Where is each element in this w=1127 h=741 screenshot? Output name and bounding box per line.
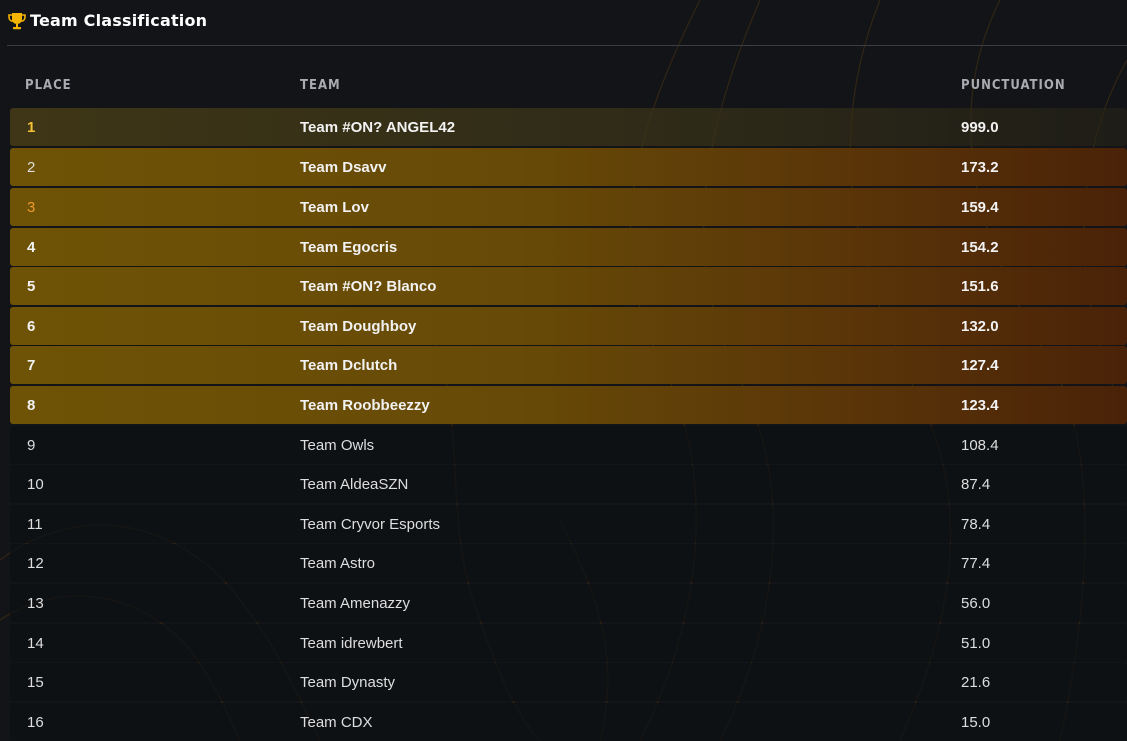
row-place: 13 <box>27 595 44 612</box>
column-header-place[interactable]: PLACE <box>25 78 72 93</box>
table-row[interactable]: 2 Team Dsavv 173.2 <box>10 148 1127 186</box>
row-place: 1 <box>27 119 36 136</box>
page-title: Team Classification <box>30 11 208 30</box>
table-row[interactable]: 15 Team Dynasty 21.6 <box>10 663 1127 701</box>
row-points: 999.0 <box>961 119 999 136</box>
table-row[interactable]: 10 Team AldeaSZN 87.4 <box>10 465 1127 503</box>
row-points: 15.0 <box>961 714 991 731</box>
team-classification-page: Team Classification PLACE TEAM PUNCTUATI… <box>0 0 1127 741</box>
row-team: Team Amenazzy <box>300 595 411 612</box>
table-row[interactable]: 12 Team Astro 77.4 <box>10 544 1127 582</box>
table-row[interactable]: 1 Team #ON? ANGEL42 999.0 <box>10 108 1127 146</box>
row-points: 123.4 <box>961 397 999 414</box>
row-points: 21.6 <box>961 674 991 691</box>
row-points: 132.0 <box>961 318 999 335</box>
row-points: 154.2 <box>961 239 999 256</box>
row-points: 78.4 <box>961 516 991 533</box>
column-header-punctuation[interactable]: PUNCTUATION <box>961 78 1066 93</box>
trophy-icon <box>8 13 26 30</box>
row-points: 173.2 <box>961 159 999 176</box>
row-team: Team Owls <box>300 437 375 454</box>
row-points: 151.6 <box>961 278 999 295</box>
row-place: 11 <box>27 516 43 533</box>
row-place: 2 <box>27 159 36 176</box>
row-points: 77.4 <box>961 555 991 572</box>
row-place: 4 <box>27 239 36 256</box>
row-team: Team Dsavv <box>300 159 387 176</box>
row-points: 127.4 <box>961 357 999 374</box>
column-header-team[interactable]: TEAM <box>300 78 341 93</box>
table-row[interactable]: 9 Team Owls 108.4 <box>10 426 1127 464</box>
row-team: Team AldeaSZN <box>300 476 409 493</box>
row-team: Team Astro <box>300 555 376 572</box>
row-points: 56.0 <box>961 595 991 612</box>
row-place: 7 <box>27 357 36 374</box>
row-team: Team #ON? ANGEL42 <box>300 119 456 136</box>
table-row[interactable]: 7 Team Dclutch 127.4 <box>10 346 1127 384</box>
table-row[interactable]: 8 Team Roobbeezzy 123.4 <box>10 386 1127 424</box>
row-team: Team Roobbeezzy <box>300 397 430 414</box>
page-header: Team Classification <box>0 0 1127 46</box>
row-points: 87.4 <box>961 476 991 493</box>
table-row[interactable]: 11 Team Cryvor Esports 78.4 <box>10 505 1127 543</box>
table-row[interactable]: 3 Team Lov 159.4 <box>10 188 1127 226</box>
row-team: Team Egocris <box>300 239 398 256</box>
table-row[interactable]: 4 Team Egocris 154.2 <box>10 228 1127 266</box>
row-place: 6 <box>27 318 36 335</box>
row-place: 14 <box>27 635 44 652</box>
table-row[interactable]: 6 Team Doughboy 132.0 <box>10 307 1127 345</box>
row-team: Team idrewbert <box>300 635 403 652</box>
row-team: Team Cryvor Esports <box>300 516 441 533</box>
row-place: 5 <box>27 278 36 295</box>
row-place: 15 <box>27 674 44 691</box>
row-points: 159.4 <box>961 199 999 216</box>
row-team: Team Doughboy <box>300 318 417 335</box>
table-row[interactable]: 14 Team idrewbert 51.0 <box>10 624 1127 662</box>
row-place: 10 <box>27 476 44 493</box>
table-row[interactable]: 13 Team Amenazzy 56.0 <box>10 584 1127 622</box>
row-place: 12 <box>27 555 44 572</box>
row-points: 108.4 <box>961 437 999 454</box>
table-row[interactable]: 5 Team #ON? Blanco 151.6 <box>10 267 1127 305</box>
row-team: Team #ON? Blanco <box>300 278 437 295</box>
header-divider <box>7 45 1127 46</box>
row-place: 8 <box>27 397 36 414</box>
row-place: 16 <box>27 714 44 731</box>
row-place: 9 <box>27 437 36 454</box>
row-team: Team Lov <box>300 199 369 216</box>
row-place: 3 <box>27 199 36 216</box>
row-team: Team Dclutch <box>300 357 398 374</box>
table-row[interactable]: 16 Team CDX 15.0 <box>10 703 1127 741</box>
row-team: Team Dynasty <box>300 674 396 691</box>
row-points: 51.0 <box>961 635 991 652</box>
row-team: Team CDX <box>300 714 373 731</box>
